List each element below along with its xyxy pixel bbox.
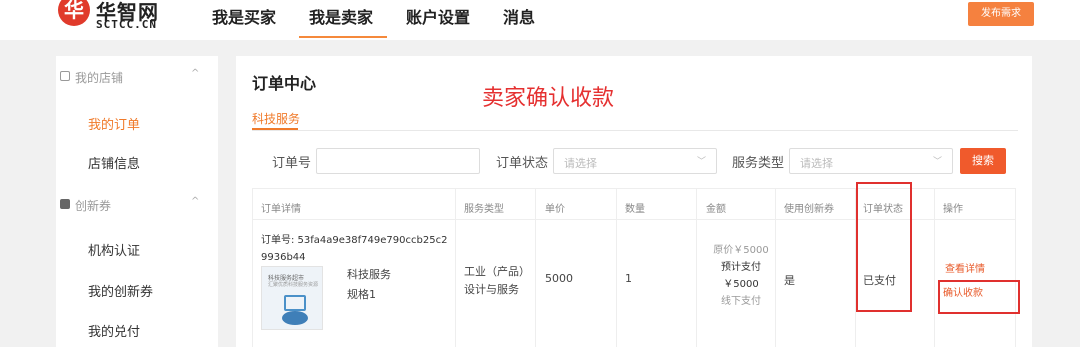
amount-cell: 原价￥5000 预计支付 ￥5000 线下支付 — [703, 242, 779, 310]
site-logo[interactable]: 华 华智网 SCTCC.CN — [58, 0, 178, 34]
globe-icon — [282, 311, 308, 325]
header-quantity: 数量 — [625, 204, 645, 215]
chevron-up-icon[interactable]: ^ — [191, 68, 199, 79]
order-no-label: 订单号 — [272, 156, 312, 171]
nav-account-settings[interactable]: 账户设置 — [406, 0, 470, 40]
nav-seller[interactable]: 我是卖家 — [299, 0, 388, 40]
header-amount: 金额 — [706, 204, 726, 215]
tab-tech-services[interactable]: 科技服务 — [252, 110, 300, 127]
service-type-placeholder: 请选择 — [800, 157, 833, 170]
service-type-line1: 工业（产品） — [464, 265, 530, 278]
service-type-line2: 设计与服务 — [464, 283, 519, 296]
service-type-label: 服务类型 — [732, 156, 785, 171]
order-status-select[interactable]: 请选择 ﹀ — [553, 148, 717, 174]
nav-buyer[interactable]: 我是买家 — [212, 0, 276, 40]
sidebar-item-my-orders[interactable]: 我的订单 — [88, 114, 140, 133]
annotation-caption: 卖家确认收款 — [482, 86, 615, 111]
tab-divider — [252, 130, 1018, 131]
payment-method: 线下支付 — [721, 296, 761, 307]
publish-demand-button[interactable]: 发布需求 — [968, 2, 1034, 26]
order-center-panel: 订单中心 卖家确认收款 科技服务 订单号 订单状态 请选择 ﹀ 服务类型 请选择… — [236, 56, 1032, 347]
main-nav: 我是买家 我是卖家 账户设置 消息 — [212, 0, 568, 40]
header-service-type: 服务类型 — [464, 204, 504, 215]
expected-pay-label: 预计支付 — [721, 262, 761, 273]
service-spec: 规格1 — [347, 288, 376, 301]
chevron-up-icon[interactable]: ^ — [191, 196, 199, 207]
order-number: 订单号: 53fa4a9e38f749e790ccb25c29936b44 — [261, 235, 448, 263]
view-details-link[interactable]: 查看详情 — [945, 260, 985, 275]
sidebar-item-my-vouchers[interactable]: 我的创新券 — [88, 281, 153, 300]
chevron-down-icon: ﹀ — [932, 157, 942, 167]
sidebar-item-institution-auth[interactable]: 机构认证 — [88, 240, 140, 259]
header-operations: 操作 — [943, 204, 963, 215]
order-status-placeholder: 请选择 — [564, 157, 597, 170]
service-name: 科技服务 — [347, 268, 391, 281]
voucher-icon — [60, 199, 70, 209]
order-no-input[interactable] — [316, 148, 480, 174]
page-title: 订单中心 — [252, 74, 317, 93]
sidebar-group-my-store[interactable]: 我的店铺 ^ — [56, 58, 218, 98]
nav-messages[interactable]: 消息 — [503, 0, 535, 40]
sidebar: 我的店铺 ^ 我的订单 店铺信息 创新券 ^ 机构认证 我的创新券 我的兑付 — [56, 56, 218, 347]
original-price: 原价￥5000 — [713, 245, 769, 256]
unit-price: 5000 — [545, 272, 573, 285]
sidebar-item-store-info[interactable]: 店铺信息 — [88, 153, 140, 172]
product-thumbnail[interactable]: 科技服务超市 汇聚优质科技服务资源 — [261, 266, 323, 330]
quantity: 1 — [625, 272, 632, 285]
store-icon — [60, 71, 70, 81]
logo-text-en: SCTCC.CN — [96, 18, 157, 31]
sidebar-group-label: 我的店铺 — [75, 71, 124, 85]
uses-voucher-value: 是 — [784, 274, 795, 287]
logo-mark-icon: 华 — [58, 0, 90, 26]
service-type-select[interactable]: 请选择 ﹀ — [789, 148, 953, 174]
expected-pay-value: ￥5000 — [723, 279, 759, 290]
search-button[interactable]: 搜索 — [960, 148, 1006, 174]
shopping-cart-icon — [284, 295, 306, 311]
header-unit-price: 单价 — [545, 204, 565, 215]
sidebar-group-innovation-voucher[interactable]: 创新券 ^ — [56, 186, 218, 226]
order-status-label: 订单状态 — [496, 156, 549, 171]
header-order-detail: 订单详情 — [261, 204, 301, 215]
confirm-payment-highlight — [938, 280, 1020, 314]
sidebar-item-my-redemption[interactable]: 我的兑付 — [88, 321, 140, 340]
status-column-highlight — [856, 182, 912, 312]
top-header: 华 华智网 SCTCC.CN 我是买家 我是卖家 账户设置 消息 发布需求 — [0, 0, 1080, 40]
header-uses-voucher: 使用创新券 — [784, 204, 834, 215]
chevron-down-icon: ﹀ — [696, 157, 706, 167]
sidebar-group-label: 创新券 — [75, 199, 112, 213]
thumb-subtitle: 汇聚优质科技服务资源 — [268, 282, 319, 288]
